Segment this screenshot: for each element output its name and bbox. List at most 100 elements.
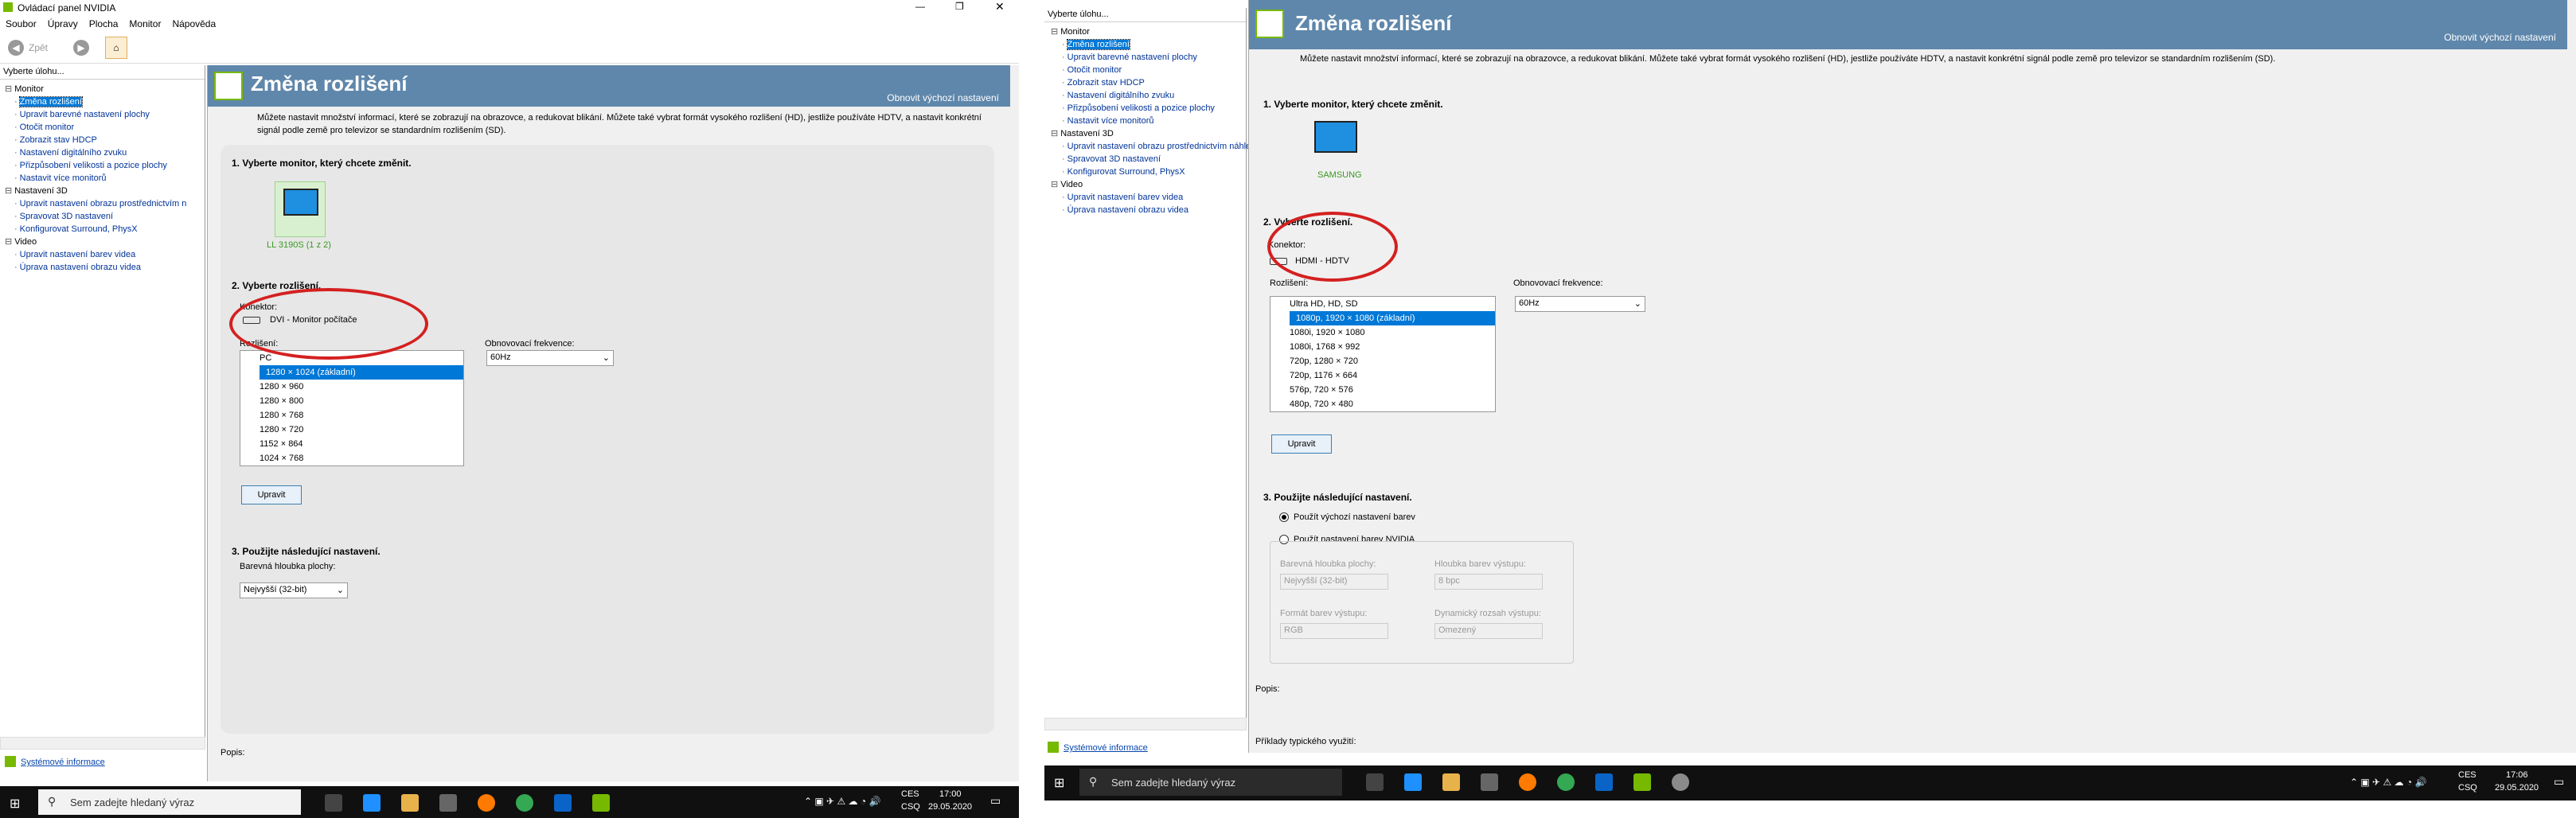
app-icon[interactable] <box>1672 773 1689 791</box>
tree-task-item[interactable]: · Přizpůsobení velikosti a pozice plochy <box>1051 102 1246 115</box>
tree-task-item[interactable]: · Zobrazit stav HDCP <box>5 134 205 146</box>
tree-task-item[interactable]: · Přizpůsobení velikosti a pozice plochy <box>5 159 205 172</box>
search-box[interactable]: ⚲ Sem zadejte hledaný výraz <box>38 789 301 815</box>
nvidia-taskbar-icon[interactable] <box>1633 773 1651 791</box>
nvidia-taskbar-icon[interactable] <box>592 794 610 812</box>
chrome-icon[interactable] <box>516 794 533 812</box>
refresh-rate-select[interactable]: 60Hz ⌄ <box>1515 296 1645 312</box>
clock-time[interactable]: 17:06 <box>2506 770 2528 780</box>
resolution-option[interactable]: 480p, 720 × 480 <box>1280 397 1495 411</box>
restore-defaults-link[interactable]: Obnovit výchozí nastavení <box>887 92 999 103</box>
resolution-option[interactable]: 720p, 1280 × 720 <box>1280 354 1495 368</box>
menu-monitor[interactable]: Monitor <box>123 16 166 32</box>
firefox-icon[interactable] <box>1519 773 1536 791</box>
lang-indicator[interactable]: CES <box>2458 770 2476 780</box>
tree-task-item[interactable]: · Nastavení digitálního zvuku <box>1051 89 1246 102</box>
color-depth-select[interactable]: Nejvyšší (32-bit) ⌄ <box>240 582 348 598</box>
home-icon[interactable]: ⌂ <box>105 37 127 59</box>
chrome-icon[interactable] <box>1557 773 1575 791</box>
tree-task-item[interactable]: · Upravit nastavení barev videa <box>5 248 205 261</box>
minimize-icon[interactable]: — <box>915 1 925 12</box>
radio-default-colors[interactable] <box>1279 512 1289 522</box>
radio-default-label[interactable]: Použít výchozí nastavení barev <box>1294 512 1415 522</box>
clock-date[interactable]: 29.05.2020 <box>2495 783 2539 793</box>
task-view-icon[interactable] <box>325 794 342 812</box>
resolution-option[interactable]: 1024 × 768 <box>250 451 463 465</box>
tree-expand-icon[interactable]: ⊟ <box>5 84 12 94</box>
tray-icons[interactable]: ⌃ ▣ ✈ ⚠ ☁ ◔ 🔊 <box>2350 777 2426 788</box>
tree-category[interactable]: ⊟ Monitor <box>1051 25 1246 38</box>
tree-task-item[interactable]: · Konfigurovat Surround, PhysX <box>1051 166 1246 178</box>
resolution-option[interactable]: 576p, 720 × 576 <box>1280 383 1495 397</box>
tree-task-item[interactable]: · Nastavit více monitorů <box>5 172 205 185</box>
resolution-option[interactable]: 1280 × 960 <box>250 380 463 394</box>
system-info-link[interactable]: Systémové informace <box>1064 743 1148 753</box>
tree-category[interactable]: ⊟ Video <box>5 236 205 248</box>
menu-soubor[interactable]: Soubor <box>0 16 42 32</box>
menu-upravy[interactable]: Úpravy <box>42 16 84 32</box>
system-info-link[interactable]: Systémové informace <box>21 758 105 767</box>
customize-button[interactable]: Upravit <box>241 485 302 504</box>
customize-button[interactable]: Upravit <box>1271 434 1332 454</box>
resolution-list[interactable]: Ultra HD, HD, SD 1080p, 1920 × 1080 (zákl… <box>1270 296 1496 412</box>
forward-icon[interactable]: ▶ <box>73 40 89 56</box>
tree-h-scrollbar[interactable] <box>1044 718 1247 730</box>
lang-indicator[interactable]: CES <box>901 789 919 799</box>
tree-expand-icon[interactable]: ⊟ <box>5 237 12 247</box>
tree-task-item[interactable]: · Změna rozlišení <box>5 95 205 108</box>
tree-task-item[interactable]: · Úprava nastavení obrazu videa <box>1051 204 1246 216</box>
tree-task-item[interactable]: · Nastavit více monitorů <box>1051 115 1246 127</box>
resolution-option[interactable]: 1080i, 1768 × 992 <box>1280 340 1495 354</box>
clock-time[interactable]: 17:00 <box>939 789 962 799</box>
tree-task-item[interactable]: · Upravit barevné nastavení plochy <box>1051 51 1246 64</box>
resolution-option[interactable]: 1280 × 720 <box>250 423 463 437</box>
resolution-option[interactable]: 1280 × 800 <box>250 394 463 408</box>
tree-task-item[interactable]: · Upravit nastavení barev videa <box>1051 191 1246 204</box>
back-icon[interactable]: ◀ <box>8 40 24 56</box>
firefox-icon[interactable] <box>478 794 495 812</box>
resolution-option[interactable]: 1152 × 864 <box>250 437 463 451</box>
tree-task-item[interactable]: · Spravovat 3D nastavení <box>1051 153 1246 166</box>
resolution-list[interactable]: PC 1280 × 1024 (základní) 1280 × 960 1280 ×… <box>240 350 464 466</box>
notifications-icon[interactable]: ▭ <box>990 794 1001 808</box>
tree-task-item[interactable]: · Upravit nastavení obrazu prostřednictví… <box>5 197 205 210</box>
tree-task-item[interactable]: · Konfigurovat Surround, PhysX <box>5 223 205 236</box>
tree-category[interactable]: ⊟ Nastavení 3D <box>1051 127 1246 140</box>
tree-category[interactable]: ⊟ Nastavení 3D <box>5 185 205 197</box>
resolution-option[interactable]: 1280 × 1024 (základní) <box>260 365 463 380</box>
tree-expand-icon[interactable]: ⊟ <box>5 186 12 196</box>
tree-category[interactable]: ⊟ Monitor <box>5 83 205 95</box>
tree-category[interactable]: ⊟ Video <box>1051 178 1246 191</box>
lang-indicator-2[interactable]: CSQ <box>901 802 920 812</box>
menu-napoveda[interactable]: Nápověda <box>166 16 221 32</box>
tree-task-item[interactable]: · Zobrazit stav HDCP <box>1051 76 1246 89</box>
tree-task-item[interactable]: · Nastavení digitálního zvuku <box>5 146 205 159</box>
maximize-icon[interactable]: ❐ <box>955 1 964 12</box>
tree-task-item[interactable]: · Úprava nastavení obrazu videa <box>5 261 205 274</box>
tree-task-item[interactable]: · Upravit nastavení obrazu prostřednictví… <box>1051 140 1260 153</box>
refresh-rate-select[interactable]: 60Hz ⌄ <box>486 350 614 366</box>
store-icon[interactable] <box>1481 773 1498 791</box>
file-explorer-icon[interactable] <box>1442 773 1460 791</box>
windows-start-icon[interactable]: ⊞ <box>10 796 20 812</box>
tree-task-item[interactable]: · Upravit barevné nastavení plochy <box>5 108 205 121</box>
tree-task-item[interactable]: · Spravovat 3D nastavení <box>5 210 205 223</box>
tree-task-item[interactable]: · Změna rozlišení <box>1051 38 1246 51</box>
restore-defaults-link[interactable]: Obnovit výchozí nastavení <box>2444 32 2556 43</box>
file-explorer-icon[interactable] <box>401 794 419 812</box>
tree-expand-icon[interactable]: ⊟ <box>1051 129 1058 138</box>
store-icon[interactable] <box>439 794 457 812</box>
notifications-icon[interactable]: ▭ <box>2554 775 2564 789</box>
menu-plocha[interactable]: Plocha <box>84 16 124 32</box>
resolution-option[interactable]: 1080i, 1920 × 1080 <box>1280 325 1495 340</box>
tray-icons[interactable]: ⌃ ▣ ✈ ⚠ ☁ ◔ 🔊 <box>804 796 880 807</box>
resolution-option[interactable]: 720p, 1176 × 664 <box>1280 368 1495 383</box>
resolution-option[interactable]: 1080p, 1920 × 1080 (základní) <box>1290 311 1495 325</box>
monitor-tile[interactable] <box>275 181 326 237</box>
search-box[interactable]: ⚲ Sem zadejte hledaný výraz <box>1079 769 1342 796</box>
tree-task-item[interactable]: · Otočit monitor <box>1051 64 1246 76</box>
back-label[interactable]: Zpět <box>29 42 48 53</box>
mail-icon[interactable] <box>1595 773 1613 791</box>
close-icon[interactable]: ✕ <box>995 0 1005 14</box>
tree-expand-icon[interactable]: ⊟ <box>1051 180 1058 189</box>
